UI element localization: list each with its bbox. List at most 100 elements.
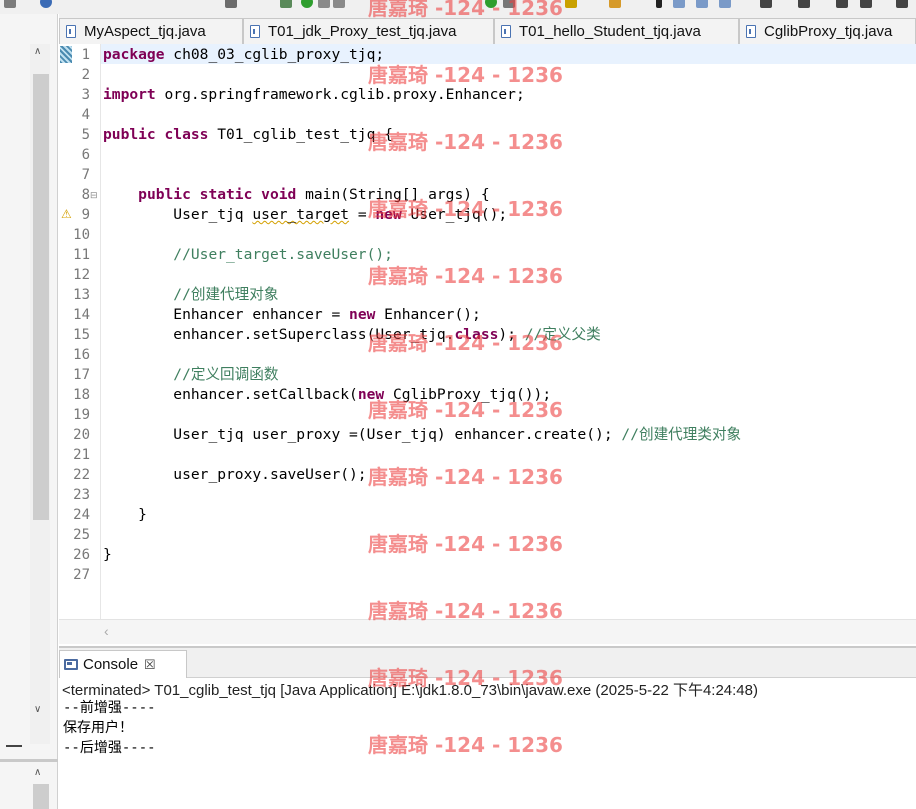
toolbar <box>0 0 916 14</box>
tab-console[interactable]: Console ☒ <box>59 650 187 678</box>
toolbar-icon[interactable] <box>333 0 345 8</box>
code-text-span: T01_cglib_test_tjq { <box>208 126 393 143</box>
code-line-20: User_tjq user_proxy =(User_tjq) enhancer… <box>103 425 741 445</box>
line-number-gutter: 1 2 3 4 5 6 7 8 9 10 11 12 13 14 15 16 1… <box>73 44 101 619</box>
close-icon[interactable]: ☒ <box>144 657 156 673</box>
toolbar-icon[interactable] <box>719 0 731 8</box>
chevron-down-icon[interactable]: ∨ <box>34 704 41 715</box>
line-number: 27 <box>73 567 90 583</box>
line-number: 6 <box>81 147 90 163</box>
debug-icon[interactable] <box>280 0 292 8</box>
toolbar-icon[interactable] <box>696 0 708 8</box>
code-line-15: enhancer.setSuperclass(User_tjq.class); … <box>103 325 600 345</box>
tab-hello-student[interactable]: T01_hello_Student_tjq.java <box>494 18 739 44</box>
panel-divider[interactable] <box>0 759 58 762</box>
code-comment: //定义回调函数 <box>173 366 279 383</box>
line-number: 10 <box>73 227 90 243</box>
left-scrollbar-thumb[interactable] <box>33 74 49 520</box>
line-number: 16 <box>73 347 90 363</box>
code-comment: //创建代理对象 <box>173 286 279 303</box>
line-number: 3 <box>81 87 90 103</box>
code-text-span: = <box>349 206 376 223</box>
tab-jdk-proxy-test[interactable]: T01_jdk_Proxy_test_tjq.java <box>243 18 494 44</box>
toolbar-icon[interactable] <box>656 0 662 8</box>
code-text-span: ); <box>498 326 525 343</box>
toolbar-icon[interactable] <box>4 0 16 8</box>
java-file-icon <box>66 25 76 38</box>
console-tab-label: Console <box>83 656 139 673</box>
line-number: 9 <box>81 207 90 223</box>
run-icon[interactable] <box>301 0 313 8</box>
toolbar-icon[interactable] <box>565 0 577 8</box>
console-output-line: --后增强---- <box>63 740 156 756</box>
left-scrollbar-thumb[interactable] <box>33 784 49 809</box>
line-number: 8 <box>81 187 90 203</box>
tab-label: T01_hello_Student_tjq.java <box>519 23 701 40</box>
chevron-up-icon[interactable]: ∧ <box>34 46 41 57</box>
tab-cglibproxy[interactable]: CglibProxy_tjq.java <box>739 18 916 44</box>
toolbar-icon[interactable] <box>503 0 515 8</box>
code-keyword: public static void <box>138 186 297 203</box>
console-output-line: 保存用户！ <box>63 720 133 736</box>
toolbar-icon[interactable] <box>485 0 497 8</box>
toolbar-icon[interactable] <box>860 0 872 8</box>
warning-variable[interactable]: user_target <box>252 206 349 223</box>
code-editor[interactable]: ⚠ 1 2 3 4 5 6 7 8 9 10 11 12 13 14 15 16… <box>59 44 916 644</box>
line-number: 17 <box>73 367 90 383</box>
toolbar-icon[interactable] <box>798 0 810 8</box>
code-keyword: new <box>349 306 376 323</box>
line-number: 19 <box>73 407 90 423</box>
minimize-icon[interactable] <box>6 745 22 747</box>
line-number: 4 <box>81 107 90 123</box>
code-line-17: //定义回调函数 <box>103 365 278 385</box>
line-number: 5 <box>81 127 90 143</box>
tab-myaspect[interactable]: MyAspect_tjq.java <box>59 18 243 44</box>
toolbar-icon[interactable] <box>40 0 52 8</box>
collapse-icon[interactable]: ⊟ <box>90 190 98 201</box>
code-comment: //User_target.saveUser(); <box>173 246 393 263</box>
code-text-span: CglibProxy_tjq()); <box>384 386 552 403</box>
code-keyword: class <box>454 326 499 343</box>
code-text-span: enhancer.setCallback( <box>173 386 358 403</box>
toolbar-icon[interactable] <box>673 0 685 8</box>
line-number: 13 <box>73 287 90 303</box>
chevron-left-icon[interactable]: ‹ <box>104 623 109 639</box>
toolbar-icon[interactable] <box>760 0 772 8</box>
code-text[interactable]: package ch08_03_cglib_proxy_tjq; import … <box>103 44 916 619</box>
console-output-line: --前增强---- <box>63 700 156 716</box>
code-text-span: org.springframework.cglib.proxy.Enhancer… <box>155 86 525 103</box>
toolbar-icon[interactable] <box>318 0 330 8</box>
code-line-24: } <box>103 505 147 525</box>
console-status-line: <terminated> T01_cglib_test_tjq [Java Ap… <box>62 682 758 699</box>
toolbar-icon[interactable] <box>836 0 848 8</box>
code-line-14: Enhancer enhancer = new Enhancer(); <box>103 305 481 325</box>
java-file-icon <box>250 25 260 38</box>
line-number: 24 <box>73 507 90 523</box>
line-number: 2 <box>81 67 90 83</box>
toolbar-icon[interactable] <box>609 0 621 8</box>
java-file-icon <box>746 25 756 38</box>
code-line-5: public class T01_cglib_test_tjq { <box>103 125 393 145</box>
line-number: 11 <box>73 247 90 263</box>
line-number: 14 <box>73 307 90 323</box>
code-text-span: User_tjq user_proxy =(User_tjq) enhancer… <box>173 426 622 443</box>
horizontal-scrollbar[interactable]: ‹ <box>59 619 916 644</box>
code-keyword: package <box>103 46 165 63</box>
code-text-span: main(String[] args) { <box>296 186 490 203</box>
line-number: 1 <box>81 47 90 63</box>
toolbar-icon[interactable] <box>225 0 237 8</box>
console-tab-bar: Console ☒ <box>59 648 916 678</box>
code-text-span: user_proxy.saveUser(); <box>173 466 367 483</box>
code-line-9: User_tjq user_target = new User_tjq(); <box>103 205 507 225</box>
code-line-22: user_proxy.saveUser(); <box>103 465 367 485</box>
toolbar-icon[interactable] <box>896 0 908 8</box>
tab-label: T01_jdk_Proxy_test_tjq.java <box>268 23 457 40</box>
chevron-up-icon[interactable]: ∧ <box>34 767 41 778</box>
